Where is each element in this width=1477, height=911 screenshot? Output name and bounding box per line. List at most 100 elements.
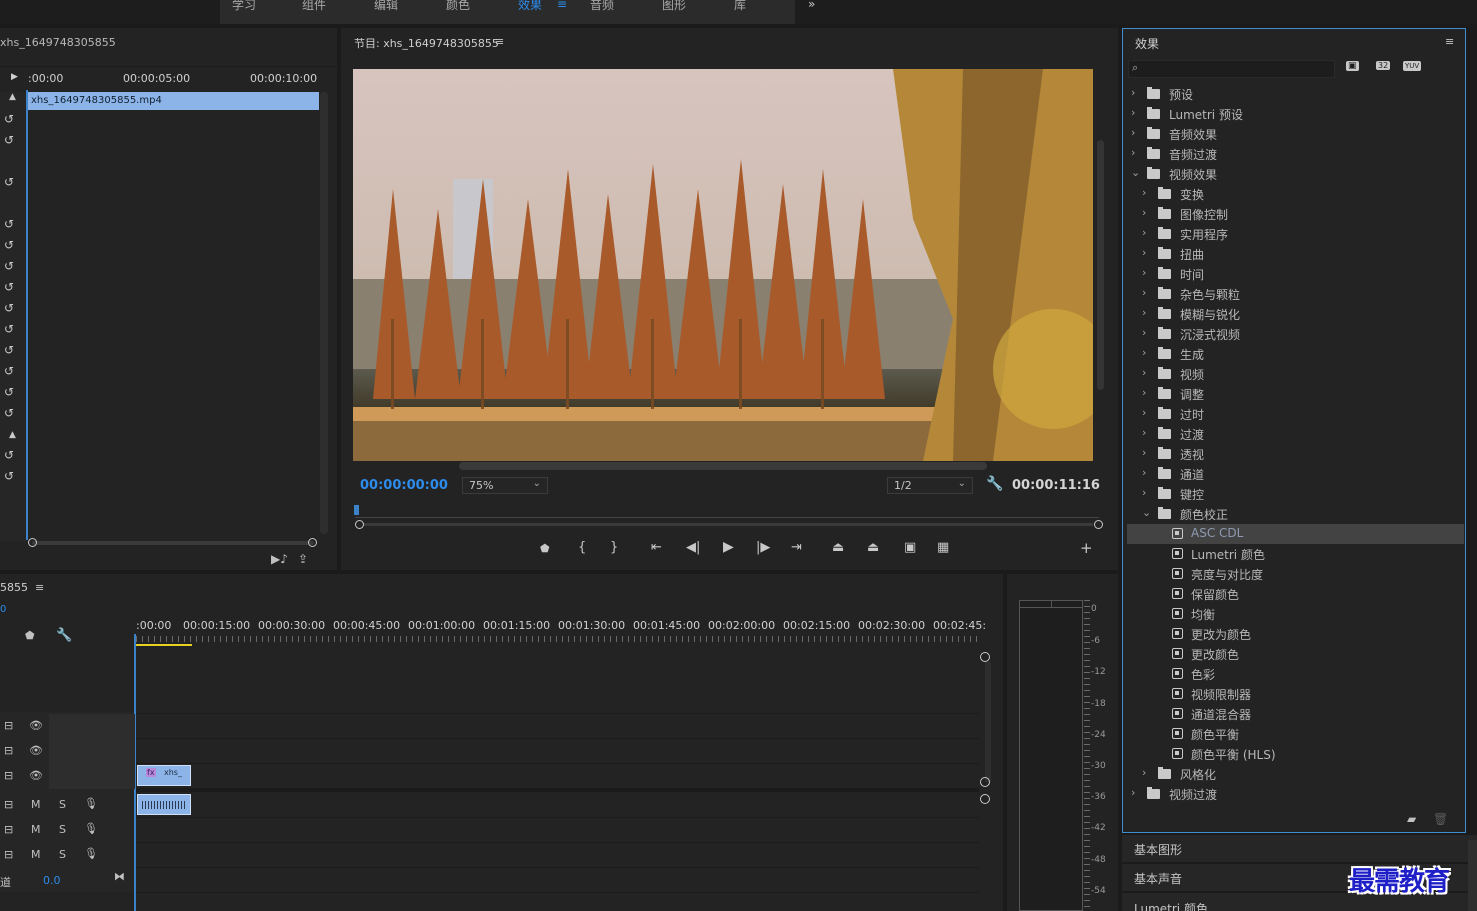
zoom-dropdown[interactable]: 75% ⌄ bbox=[462, 477, 548, 494]
play-button-icon[interactable]: ▶ bbox=[723, 539, 734, 555]
chevron-right-icon[interactable]: › bbox=[1142, 206, 1146, 219]
effect-folder[interactable]: › 图像控制 bbox=[1127, 204, 1464, 224]
mute-button[interactable]: M bbox=[31, 798, 41, 811]
effect-item[interactable]: 色彩 bbox=[1127, 664, 1464, 684]
undo-icon[interactable]: ↺ bbox=[4, 238, 14, 252]
accelerated-effects-icon[interactable]: ▣ bbox=[1346, 61, 1359, 71]
add-marker-icon[interactable]: ⬟ bbox=[540, 542, 550, 555]
chevron-right-icon[interactable]: › bbox=[1142, 346, 1146, 359]
lift-icon[interactable]: ⏏ bbox=[832, 540, 844, 555]
chevron-right-icon[interactable]: › bbox=[1142, 386, 1146, 399]
chevron-right-icon[interactable]: › bbox=[1142, 466, 1146, 479]
chevron-right-icon[interactable]: › bbox=[1131, 126, 1135, 139]
toggle-sync-lock-icon[interactable]: ⊟ bbox=[4, 769, 13, 782]
effects-search[interactable]: ⌕ bbox=[1128, 60, 1335, 78]
chevron-right-icon[interactable]: › bbox=[1142, 366, 1146, 379]
audio-export-icon[interactable]: ▶♪ bbox=[271, 552, 288, 566]
scroll-handle-left[interactable] bbox=[28, 538, 37, 547]
undo-icon[interactable]: ↺ bbox=[4, 280, 14, 294]
undo-icon[interactable]: ↺ bbox=[4, 301, 14, 315]
chevron-right-icon[interactable]: › bbox=[1142, 226, 1146, 239]
effect-folder[interactable]: › 风格化 bbox=[1127, 764, 1464, 784]
program-zoom-bar[interactable] bbox=[363, 523, 1093, 526]
export-icon[interactable]: ⇪ bbox=[298, 552, 308, 566]
scroll-handle[interactable] bbox=[980, 652, 990, 662]
add-button-icon[interactable]: + bbox=[1080, 539, 1093, 557]
search-input[interactable] bbox=[1147, 62, 1331, 76]
settings-wrench-icon[interactable]: 🔧 bbox=[56, 628, 72, 643]
chevron-right-icon[interactable]: › bbox=[1142, 426, 1146, 439]
chevron-right-icon[interactable]: › bbox=[1142, 306, 1146, 319]
chevron-right-icon[interactable]: › bbox=[1131, 86, 1135, 99]
solo-button[interactable]: S bbox=[59, 798, 66, 811]
program-playhead[interactable] bbox=[354, 505, 359, 515]
frame-scrollbar[interactable] bbox=[459, 462, 987, 470]
effect-folder[interactable]: ⌄ 视频效果 bbox=[1127, 164, 1464, 184]
chevron-right-icon[interactable]: › bbox=[1142, 486, 1146, 499]
chevron-right-icon[interactable]: › bbox=[1142, 266, 1146, 279]
chevron-down-icon[interactable]: ⌄ bbox=[1131, 166, 1140, 179]
undo-icon[interactable]: ↺ bbox=[4, 175, 14, 189]
tab-libraries[interactable]: 库 bbox=[734, 0, 746, 13]
scroll-handle-right[interactable] bbox=[308, 538, 317, 547]
effects-menu-icon[interactable]: ≡ bbox=[1445, 35, 1454, 48]
effect-folder[interactable]: › 调整 bbox=[1127, 384, 1464, 404]
scroll-handle[interactable] bbox=[980, 794, 990, 804]
effect-folder[interactable]: › 时间 bbox=[1127, 264, 1464, 284]
effect-folder[interactable]: › 通道 bbox=[1127, 464, 1464, 484]
undo-icon[interactable]: ↺ bbox=[4, 112, 14, 126]
undo-icon[interactable]: ↺ bbox=[4, 343, 14, 357]
wrench-icon[interactable]: 🔧 bbox=[986, 476, 1003, 492]
effect-folder[interactable]: › 键控 bbox=[1127, 484, 1464, 504]
effect-folder[interactable]: › 过时 bbox=[1127, 404, 1464, 424]
solo-button[interactable]: S bbox=[59, 848, 66, 861]
step-forward-icon[interactable]: |▶ bbox=[756, 540, 770, 555]
chevron-right-icon[interactable]: › bbox=[1142, 766, 1146, 779]
delete-icon[interactable]: 🗑 bbox=[1433, 812, 1448, 826]
program-menu-icon[interactable]: ≡ bbox=[495, 35, 504, 48]
yuv-effects-icon[interactable]: YUV bbox=[1403, 61, 1422, 71]
source-clip[interactable]: xhs_1649748305855.mp4 bbox=[28, 92, 319, 110]
more-workspaces-icon[interactable]: » bbox=[808, 0, 815, 11]
tab-editing[interactable]: 编辑 bbox=[374, 0, 398, 13]
zoom-handle-right[interactable] bbox=[1094, 520, 1103, 529]
timeline-timecode[interactable]: 0 bbox=[0, 604, 6, 615]
effect-folder[interactable]: › 视频过渡 bbox=[1127, 784, 1464, 804]
effect-folder[interactable]: › 生成 bbox=[1127, 344, 1464, 364]
effect-item[interactable]: 颜色平衡 (HLS) bbox=[1127, 744, 1464, 764]
undo-icon[interactable]: ↺ bbox=[4, 406, 14, 420]
mix-volume-value[interactable]: 0.0 bbox=[43, 874, 61, 887]
undo-icon[interactable]: ↺ bbox=[4, 385, 14, 399]
export-frame-icon[interactable]: ▣ bbox=[904, 540, 916, 555]
tab-color[interactable]: 颜色 bbox=[446, 0, 470, 13]
program-timecode[interactable]: 00:00:00:00 bbox=[360, 478, 448, 493]
mark-in-icon[interactable]: { bbox=[578, 540, 586, 555]
extract-icon[interactable]: ⏏ bbox=[867, 540, 879, 555]
effect-item[interactable]: 更改为颜色 bbox=[1127, 624, 1464, 644]
toggle-sync-lock-icon[interactable]: ⊟ bbox=[4, 798, 13, 811]
chevron-right-icon[interactable]: › bbox=[1131, 786, 1135, 799]
chevron-down-icon[interactable]: ⌄ bbox=[1142, 506, 1151, 519]
tab-assembly[interactable]: 组件 bbox=[302, 0, 326, 13]
undo-icon[interactable]: ↺ bbox=[4, 364, 14, 378]
effect-item[interactable]: 均衡 bbox=[1127, 604, 1464, 624]
chevron-right-icon[interactable]: › bbox=[1142, 286, 1146, 299]
vertical-scrollbar[interactable] bbox=[320, 92, 328, 534]
go-to-out-icon[interactable]: ⇥ bbox=[791, 540, 802, 555]
toggle-sync-lock-icon[interactable]: ⊟ bbox=[4, 848, 13, 861]
tab-graphics[interactable]: 图形 bbox=[662, 0, 686, 13]
audio-clip[interactable] bbox=[137, 794, 191, 815]
effect-folder[interactable]: › 音频效果 bbox=[1127, 124, 1464, 144]
effect-folder[interactable]: › 实用程序 bbox=[1127, 224, 1464, 244]
toggle-sync-lock-icon[interactable]: ⊟ bbox=[4, 744, 13, 757]
compare-icon[interactable]: ▦ bbox=[937, 540, 949, 555]
collapse-icon[interactable]: ▲ bbox=[9, 92, 16, 102]
effect-folder[interactable]: › 视频 bbox=[1127, 364, 1464, 384]
marker-icon[interactable]: ⬟ bbox=[25, 629, 35, 642]
effect-item[interactable]: 颜色平衡 bbox=[1127, 724, 1464, 744]
undo-icon[interactable]: ↺ bbox=[4, 322, 14, 336]
undo-icon[interactable]: ↺ bbox=[4, 448, 14, 462]
effect-folder[interactable]: › 变换 bbox=[1127, 184, 1464, 204]
effect-folder[interactable]: ⌄ 颜色校正 bbox=[1127, 504, 1464, 524]
effect-folder[interactable]: › Lumetri 预设 bbox=[1127, 104, 1464, 124]
